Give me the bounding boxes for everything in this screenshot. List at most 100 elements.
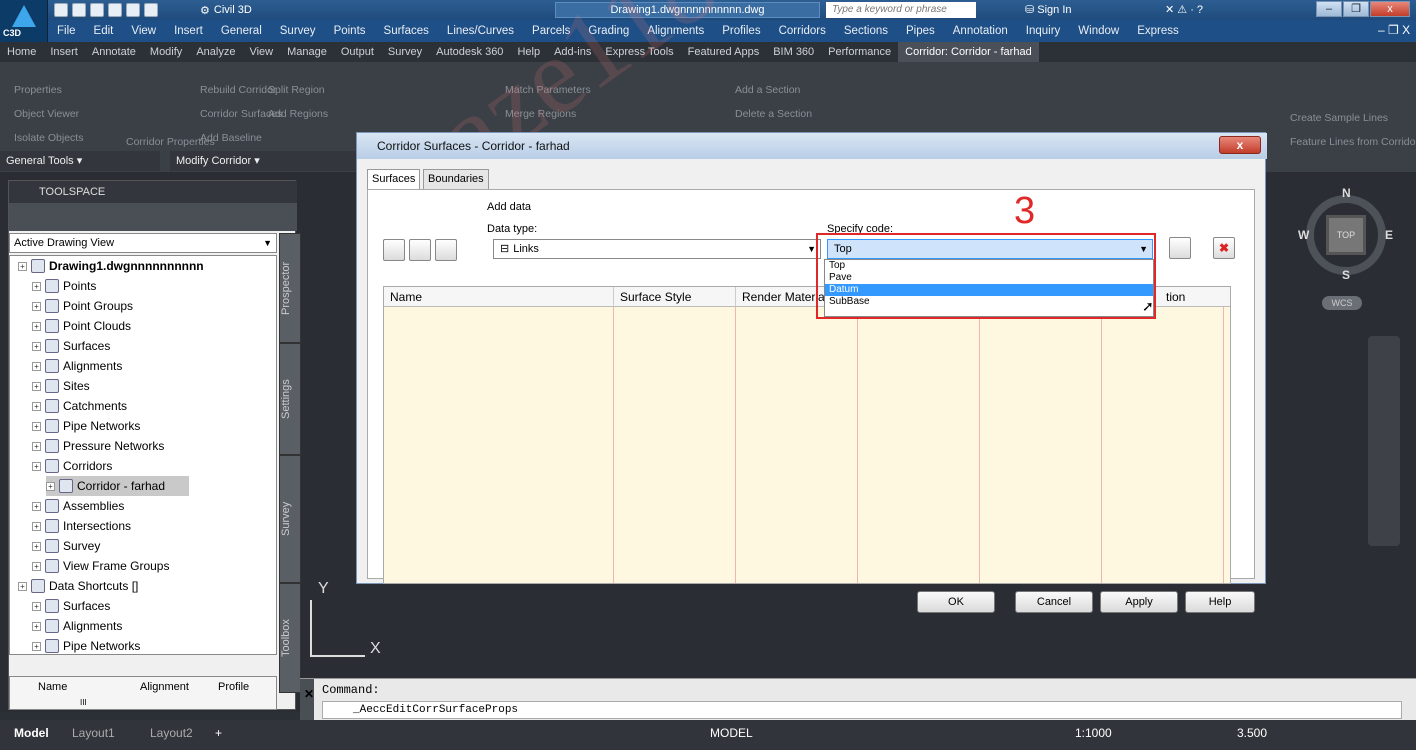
col-name[interactable]: Name — [38, 681, 67, 693]
ribbon-feature-lines[interactable]: Feature Lines from Corridor — [1290, 136, 1416, 148]
tree-item[interactable]: + Assemblies — [32, 496, 124, 516]
annotation-scale[interactable]: 1:1000 — [1075, 726, 1112, 740]
ribbon-add-section[interactable]: Add a Section — [735, 84, 800, 96]
tab-performance[interactable]: Performance — [821, 46, 898, 58]
tab-layout2[interactable]: Layout2 — [150, 726, 193, 740]
tree-item[interactable]: + Sites — [32, 376, 90, 396]
tree-item[interactable]: + Pipe Networks — [32, 416, 140, 436]
tab-survey[interactable]: Survey — [279, 455, 301, 583]
menu-points[interactable]: Points — [325, 25, 375, 37]
ribbon-object-viewer[interactable]: Object Viewer — [14, 108, 79, 120]
tree-item[interactable]: + Survey — [32, 536, 100, 556]
doc-window-controls[interactable]: – ❐ X — [1378, 23, 1410, 37]
tree-item[interactable]: + Point Clouds — [32, 316, 131, 336]
expand-icon[interactable]: + — [32, 361, 41, 371]
new-icon[interactable] — [54, 3, 68, 17]
save-icon[interactable] — [90, 3, 104, 17]
tree-item[interactable]: + Data Shortcuts [] — [18, 576, 138, 596]
expand-icon[interactable]: + — [32, 281, 41, 291]
expand-icon[interactable]: + — [32, 321, 41, 331]
tab-layout1[interactable]: Layout1 — [72, 726, 115, 740]
expand-icon[interactable]: + — [32, 541, 41, 551]
menu-express[interactable]: Express — [1128, 25, 1188, 37]
col-header-name[interactable]: Name — [384, 287, 614, 307]
restore-button[interactable]: ❐ — [1343, 1, 1369, 17]
add-code-icon[interactable] — [1169, 237, 1191, 259]
tree-item[interactable]: + Drawing1.dwgnnnnnnnnnn — [18, 256, 204, 276]
tree-item[interactable]: + Corridors — [32, 456, 112, 476]
undo-icon[interactable] — [126, 3, 140, 17]
expand-icon[interactable]: + — [32, 341, 41, 351]
elevation-value[interactable]: 3.500 — [1237, 726, 1267, 740]
tab-survey[interactable]: Survey — [381, 46, 429, 58]
expand-icon[interactable]: + — [32, 561, 41, 571]
tab-surfaces[interactable]: Surfaces — [367, 169, 421, 189]
search-input[interactable]: Type a keyword or phrase — [826, 2, 976, 18]
tab-toolbox[interactable]: Toolbox — [279, 583, 301, 693]
close-icon[interactable]: ✕ — [304, 687, 314, 701]
ribbon-corridor-properties[interactable]: Corridor Properties — [126, 136, 215, 148]
delete-icon[interactable]: ✖ — [1213, 237, 1235, 259]
tab-settings[interactable]: Settings — [279, 343, 301, 455]
expand-icon[interactable]: + — [18, 581, 27, 591]
col-alignment[interactable]: Alignment — [140, 681, 189, 693]
surface-settings-icon[interactable] — [435, 239, 457, 261]
tree-item[interactable]: + Point Groups — [32, 296, 133, 316]
open-icon[interactable] — [72, 3, 86, 17]
scrollbar[interactable]: III — [80, 698, 87, 707]
tree-item[interactable]: + Intersections — [32, 516, 131, 536]
col-profile[interactable]: Profile — [218, 681, 249, 693]
expand-icon[interactable]: + — [32, 621, 41, 631]
menu-corridors[interactable]: Corridors — [770, 25, 835, 37]
tree-item[interactable]: + Corridor - farhad — [46, 476, 190, 496]
close-button[interactable]: x — [1370, 1, 1410, 17]
view-select[interactable]: Active Drawing View ▼ — [9, 233, 277, 253]
tab-view[interactable]: View — [242, 46, 280, 58]
workspace-switcher[interactable]: ⚙ Civil 3D — [200, 2, 290, 18]
ribbon-properties[interactable]: Properties — [14, 84, 62, 96]
tab-output[interactable]: Output — [334, 46, 381, 58]
expand-icon[interactable]: + — [32, 421, 41, 431]
expand-icon[interactable]: + — [32, 441, 41, 451]
menu-sections[interactable]: Sections — [835, 25, 897, 37]
expand-icon[interactable]: + — [32, 501, 41, 511]
app-menu-button[interactable]: C3D — [0, 0, 48, 42]
menu-inquiry[interactable]: Inquiry — [1017, 25, 1070, 37]
tree-item[interactable]: + View Frame Groups — [32, 556, 169, 576]
data-type-select[interactable]: ⊟ Links ▼ — [493, 239, 821, 259]
expand-icon[interactable]: + — [18, 261, 27, 271]
panel-general-tools[interactable]: General Tools ▾ — [0, 151, 160, 171]
tab-boundaries[interactable]: Boundaries — [423, 169, 489, 189]
ribbon-rebuild-corridor[interactable]: Rebuild Corridor — [200, 84, 276, 96]
cancel-button[interactable]: Cancel — [1015, 591, 1093, 613]
menu-insert[interactable]: Insert — [165, 25, 212, 37]
print-icon[interactable] — [108, 3, 122, 17]
expand-icon[interactable]: + — [32, 401, 41, 411]
menu-view[interactable]: View — [122, 25, 165, 37]
create-surface-icon[interactable] — [383, 239, 405, 261]
tree-item[interactable]: + Alignments — [32, 356, 122, 376]
menu-file[interactable]: File — [48, 25, 85, 37]
expand-icon[interactable]: + — [46, 481, 55, 491]
expand-icon[interactable]: + — [32, 601, 41, 611]
redo-icon[interactable] — [144, 3, 158, 17]
tab-model[interactable]: Model — [14, 726, 49, 740]
help-button[interactable]: Help — [1185, 591, 1255, 613]
add-surface-icon[interactable] — [409, 239, 431, 261]
ribbon-delete-section[interactable]: Delete a Section — [735, 108, 812, 120]
dialog-close-button[interactable]: x — [1219, 136, 1261, 154]
ribbon-isolate-objects[interactable]: Isolate Objects — [14, 132, 83, 144]
ribbon-create-sample-lines[interactable]: Create Sample Lines — [1290, 112, 1388, 124]
expand-icon[interactable]: + — [32, 381, 41, 391]
tab-manage[interactable]: Manage — [280, 46, 334, 58]
add-layout-button[interactable]: + — [215, 726, 222, 740]
tab-home[interactable]: Home — [0, 46, 43, 58]
exchange-icon[interactable]: ✕ ⚠ · ? — [1165, 3, 1203, 16]
menu-annotation[interactable]: Annotation — [944, 25, 1017, 37]
menu-window[interactable]: Window — [1069, 25, 1128, 37]
expand-icon[interactable]: + — [32, 301, 41, 311]
model-space-toggle[interactable]: MODEL — [710, 726, 753, 740]
apply-button[interactable]: Apply — [1100, 591, 1178, 613]
ok-button[interactable]: OK — [917, 591, 995, 613]
menu-general[interactable]: General — [212, 25, 271, 37]
